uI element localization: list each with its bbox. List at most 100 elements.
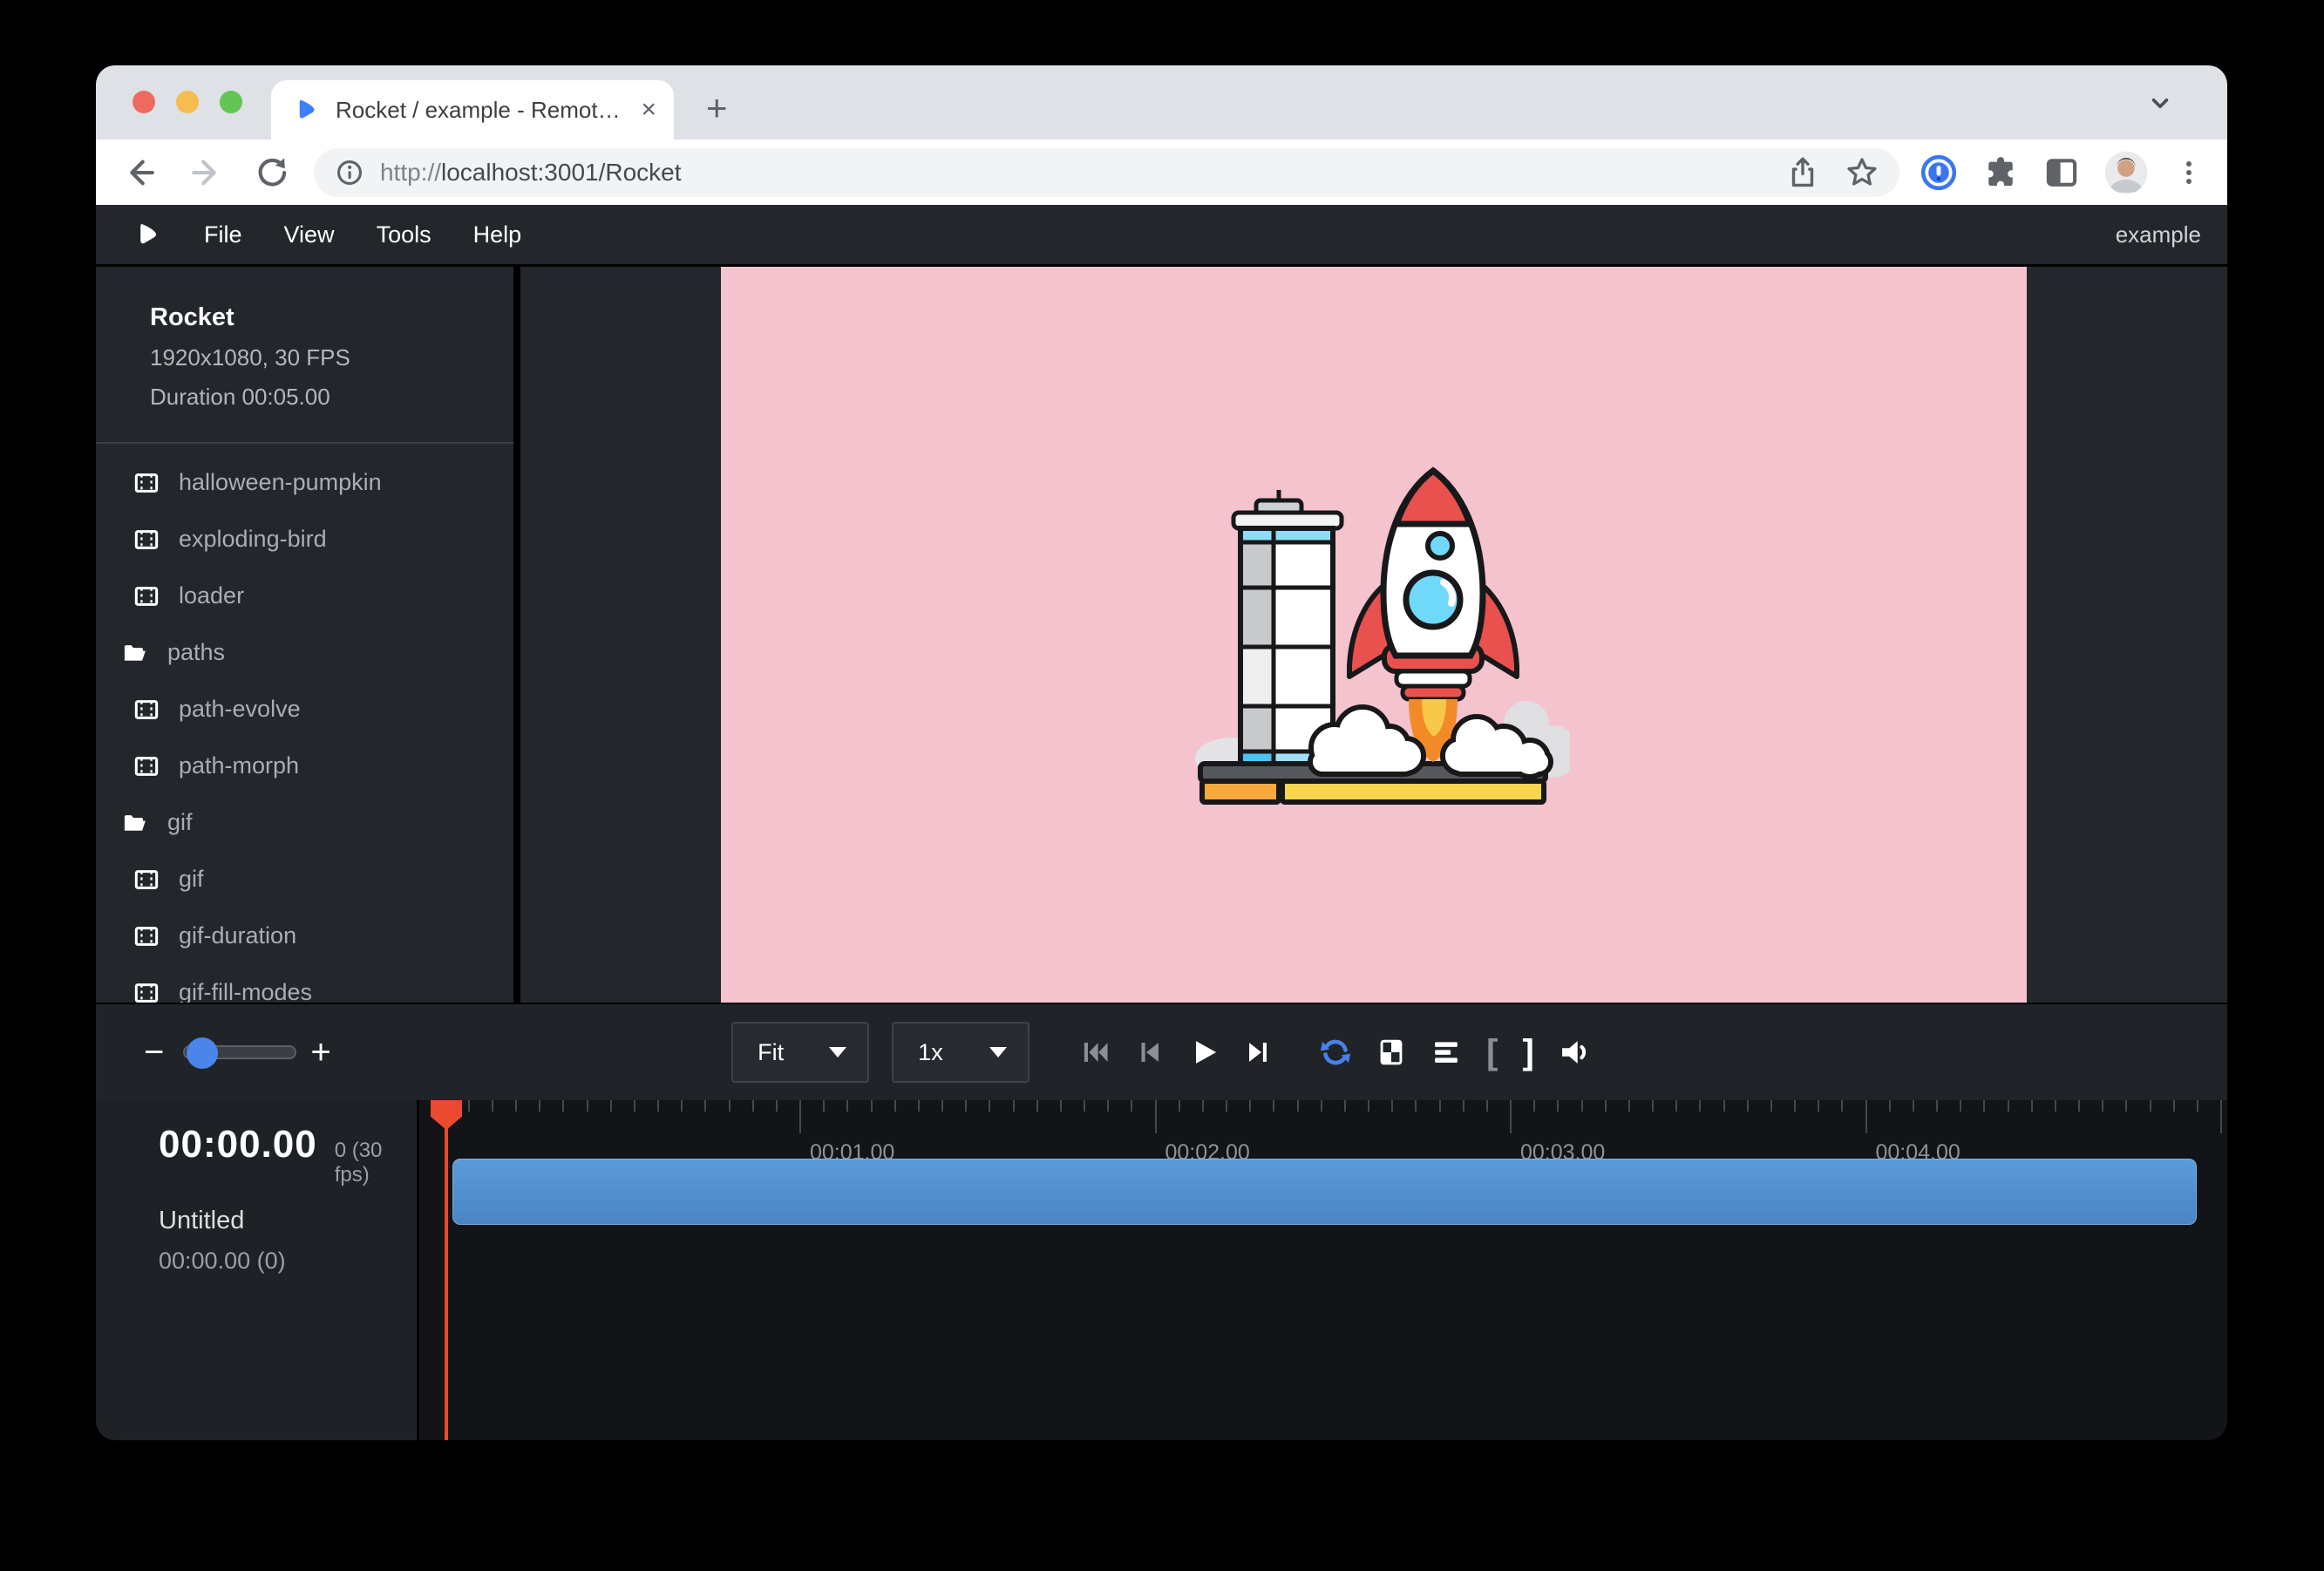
preview-canvas xyxy=(721,267,2027,1003)
film-icon xyxy=(133,754,160,779)
current-frame-info: 0 (30 fps) xyxy=(335,1139,417,1187)
zoom-slider-thumb[interactable] xyxy=(187,1037,218,1069)
menu-view[interactable]: View xyxy=(284,221,335,248)
timeline-panel: 00:00.00 0 (30 fps) Untitled 00:00.00 (0… xyxy=(96,1100,2227,1440)
composition-duration: Duration 00:05.00 xyxy=(150,384,513,411)
track-duration-info: 00:00.00 (0) xyxy=(159,1248,417,1275)
preview-area xyxy=(520,267,2227,1003)
main-area: Rocket 1920x1080, 30 FPS Duration 00:05.… xyxy=(96,267,2227,1003)
player-toolbar: − + Fit 1x xyxy=(96,1003,2227,1100)
forward-icon[interactable] xyxy=(186,153,227,192)
loop-button[interactable] xyxy=(1319,1036,1352,1069)
timeline-info-panel: 00:00.00 0 (30 fps) Untitled 00:00.00 (0… xyxy=(96,1100,417,1440)
sidebar-item[interactable]: halloween-pumpkin xyxy=(96,454,513,511)
zoom-in-icon[interactable]: + xyxy=(310,1033,330,1072)
browser-window: Rocket / example - Remotion Preview × + … xyxy=(96,65,2227,1440)
timeline-tracks-area[interactable]: 00:01.0000:02.0000:03.0000:04.00 xyxy=(419,1100,2227,1440)
extensions-puzzle-icon[interactable] xyxy=(1981,153,2020,192)
kebab-menu-icon[interactable] xyxy=(2171,155,2206,190)
onepassword-icon[interactable] xyxy=(1919,153,1959,193)
playback-speed-select[interactable]: 1x xyxy=(892,1022,1029,1083)
sidebar-item-label: gif xyxy=(167,809,193,836)
share-icon[interactable] xyxy=(1784,154,1821,191)
remotion-logo[interactable] xyxy=(134,221,162,248)
sidebar-item-label: loader xyxy=(179,582,244,609)
film-icon xyxy=(133,981,160,1005)
sidebar-items: halloween-pumpkin exploding-bird loader … xyxy=(96,454,513,1021)
volume-button[interactable] xyxy=(1559,1036,1592,1069)
minimize-window-button[interactable] xyxy=(176,91,199,113)
browser-tab[interactable]: Rocket / example - Remotion Preview × xyxy=(271,80,674,139)
sidebar-divider xyxy=(96,442,513,444)
film-icon xyxy=(133,471,160,495)
sidebar-item-label: gif-duration xyxy=(179,922,296,949)
sidebar-item[interactable]: paths xyxy=(96,624,513,681)
avatar[interactable] xyxy=(2103,150,2149,195)
fullscreen-window-button[interactable] xyxy=(220,91,242,113)
menu-tools[interactable]: Tools xyxy=(377,221,432,248)
checkerboard-button[interactable] xyxy=(1376,1037,1406,1067)
current-timecode: 00:00.00 xyxy=(159,1123,317,1166)
film-icon xyxy=(133,584,160,609)
back-icon[interactable] xyxy=(120,153,161,192)
folder-open-icon xyxy=(120,811,148,835)
sidebar-item-label: path-evolve xyxy=(179,696,301,723)
in-marker-button[interactable]: [ xyxy=(1486,1035,1498,1070)
window-controls xyxy=(133,91,242,113)
film-icon xyxy=(133,924,160,949)
sidebar-item[interactable]: gif xyxy=(96,794,513,851)
timeline-lines-button[interactable] xyxy=(1430,1037,1462,1068)
reload-icon[interactable] xyxy=(250,153,291,192)
sidebar-item-label: path-morph xyxy=(179,752,299,779)
tab-close-icon[interactable]: × xyxy=(641,97,656,123)
timeline-zoom-slider[interactable] xyxy=(183,1045,296,1059)
menu-file[interactable]: File xyxy=(204,221,242,248)
caret-down-icon xyxy=(829,1047,846,1058)
sidebar-item[interactable]: gif-duration xyxy=(96,908,513,964)
composition-name: Rocket xyxy=(150,303,513,332)
jump-to-start-button[interactable] xyxy=(1080,1037,1110,1067)
timeline-clip[interactable] xyxy=(452,1159,2197,1225)
rocket-illustration xyxy=(1178,452,1570,818)
sidebar-item[interactable]: gif xyxy=(96,851,513,908)
sidebar-item[interactable]: exploding-bird xyxy=(96,511,513,568)
project-name-label: example xyxy=(2116,221,2201,248)
sidebar-item-label: exploding-bird xyxy=(179,526,327,553)
sidebar-item[interactable]: path-evolve xyxy=(96,681,513,738)
url-text[interactable]: http://localhost:3001/Rocket xyxy=(380,159,1784,187)
folder-open-icon xyxy=(120,641,148,665)
sidebar-item-label: halloween-pumpkin xyxy=(179,469,382,496)
film-icon xyxy=(133,697,160,722)
out-marker-button[interactable]: ] xyxy=(1523,1035,1534,1070)
sidebar-item-label: gif xyxy=(179,866,204,893)
menu-help[interactable]: Help xyxy=(473,221,522,248)
playhead-handle[interactable] xyxy=(431,1100,462,1130)
remotion-favicon xyxy=(294,97,320,123)
track-name: Untitled xyxy=(159,1207,417,1235)
tab-title: Rocket / example - Remotion Preview xyxy=(336,97,623,124)
url-omnibox[interactable]: http://localhost:3001/Rocket xyxy=(314,148,1899,197)
size-select[interactable]: Fit xyxy=(731,1022,869,1083)
composition-resolution: 1920x1080, 30 FPS xyxy=(150,344,513,371)
side-panel-icon[interactable] xyxy=(2042,153,2081,192)
sidebar-item[interactable]: loader xyxy=(96,568,513,624)
sidebar-item[interactable]: path-morph xyxy=(96,738,513,794)
url-bar-row: http://localhost:3001/Rocket xyxy=(96,139,2227,205)
new-tab-button[interactable]: + xyxy=(706,90,728,126)
info-icon[interactable] xyxy=(333,156,366,189)
previous-frame-button[interactable] xyxy=(1134,1037,1164,1067)
play-button[interactable] xyxy=(1188,1037,1220,1068)
film-icon xyxy=(133,867,160,892)
sidebar-item-label: paths xyxy=(167,639,225,666)
film-icon xyxy=(133,527,160,552)
playhead-line xyxy=(445,1100,448,1440)
remotion-menubar: File View Tools Help example xyxy=(96,205,2227,267)
tab-strip: Rocket / example - Remotion Preview × + xyxy=(96,65,2227,139)
chevron-down-icon[interactable] xyxy=(2145,88,2175,118)
zoom-out-icon[interactable]: − xyxy=(144,1033,164,1072)
bookmark-star-icon[interactable] xyxy=(1844,154,1880,191)
close-window-button[interactable] xyxy=(133,91,155,113)
caret-down-icon xyxy=(989,1047,1007,1058)
next-frame-button[interactable] xyxy=(1244,1037,1274,1067)
compositions-sidebar: Rocket 1920x1080, 30 FPS Duration 00:05.… xyxy=(96,267,520,1003)
